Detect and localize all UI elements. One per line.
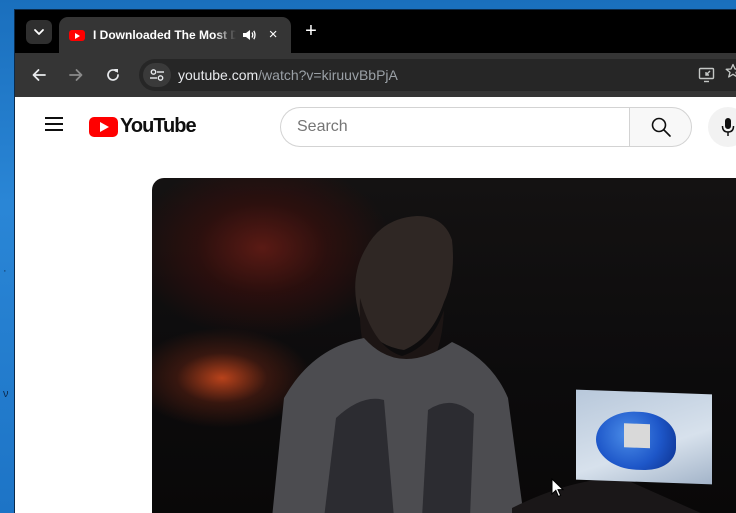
video-frame-laptop-screen	[576, 389, 712, 485]
browser-tab-active[interactable]: I Downloaded The Most Dangerous ×	[59, 17, 291, 53]
browser-window: I Downloaded The Most Dangerous × +	[14, 9, 736, 513]
tab-search-button[interactable]	[26, 20, 52, 44]
back-button[interactable]	[27, 63, 51, 87]
reload-icon	[107, 69, 119, 81]
tab-strip: I Downloaded The Most Dangerous × +	[15, 10, 736, 53]
site-info-button[interactable]	[143, 63, 171, 87]
arrow-left-icon	[32, 69, 46, 81]
desktop-edge-glyph: ν	[3, 388, 9, 400]
search-button[interactable]	[629, 107, 692, 147]
star-icon	[725, 63, 736, 78]
forward-button[interactable]	[64, 63, 88, 87]
voice-search-button[interactable]	[708, 107, 736, 147]
mouse-cursor-icon	[551, 478, 565, 498]
address-url[interactable]: youtube.com/watch?v=kiruuvBbPjA	[178, 67, 398, 83]
youtube-logo-text: YouTube	[120, 115, 197, 137]
address-bar[interactable]: youtube.com/watch?v=kiruuvBbPjA	[139, 59, 736, 91]
new-tab-button[interactable]: +	[299, 20, 323, 44]
guide-menu-button[interactable]	[39, 113, 71, 137]
search-icon	[651, 117, 671, 137]
search-input[interactable]	[297, 118, 629, 136]
window-thumbnail	[624, 423, 650, 449]
menu-icon-bar	[45, 117, 63, 119]
arrow-right-icon	[69, 69, 83, 81]
tune-icon	[150, 69, 164, 81]
browser-toolbar: youtube.com/watch?v=kiruuvBbPjA	[15, 53, 736, 97]
cast-button[interactable]	[695, 63, 719, 87]
install-app-icon	[698, 67, 715, 83]
bookmark-star-button[interactable]	[725, 63, 736, 87]
tab-close-button[interactable]: ×	[265, 27, 281, 43]
youtube-play-icon	[89, 116, 118, 137]
reload-button[interactable]	[101, 63, 125, 87]
desktop-edge-glyph: ·	[3, 265, 7, 277]
menu-icon-bar	[45, 129, 63, 131]
tab-title: I Downloaded The Most Dangerous	[93, 28, 236, 42]
search-box	[280, 107, 629, 147]
url-path: /watch?v=kiruuvBbPjA	[258, 67, 398, 83]
chevron-down-icon	[34, 29, 44, 35]
speaker-icon[interactable]	[242, 27, 258, 43]
video-player[interactable]	[152, 178, 736, 513]
youtube-logo[interactable]: YouTube	[89, 115, 197, 138]
menu-icon-bar	[45, 123, 63, 125]
youtube-favicon-icon	[69, 29, 85, 41]
microphone-icon	[721, 118, 735, 136]
youtube-masthead: YouTube	[15, 97, 736, 153]
url-host: youtube.com	[178, 67, 259, 83]
